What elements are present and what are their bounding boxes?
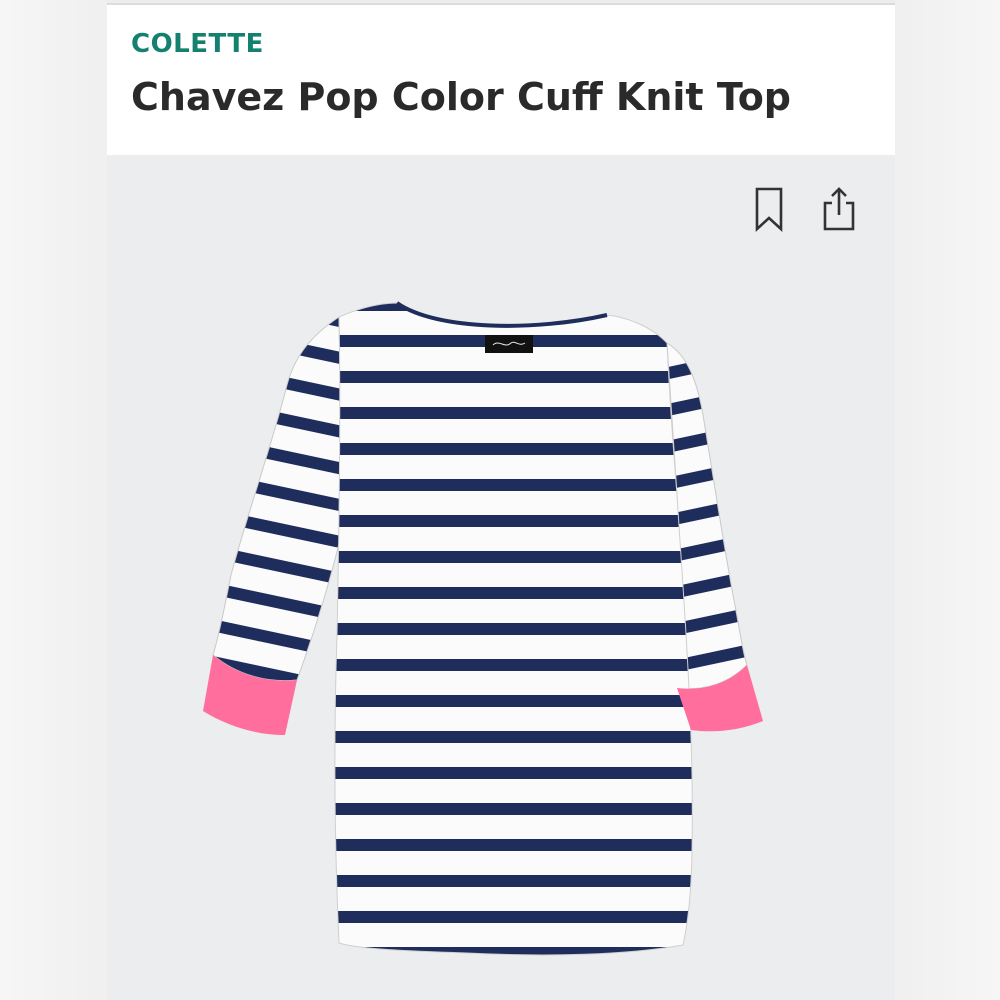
product-photo[interactable] [107,155,895,1000]
product-image-area [107,155,895,1000]
neck-label [485,335,533,353]
left-sleeve [212,316,344,682]
product-header: COLETTE Chavez Pop Color Cuff Knit Top [107,5,895,155]
page-background: COLETTE Chavez Pop Color Cuff Knit Top [0,0,1000,1000]
product-card: COLETTE Chavez Pop Color Cuff Knit Top [107,0,895,1000]
brand-name[interactable]: COLETTE [131,29,264,59]
product-title: Chavez Pop Color Cuff Knit Top [131,75,792,119]
shirt-body [334,302,693,956]
